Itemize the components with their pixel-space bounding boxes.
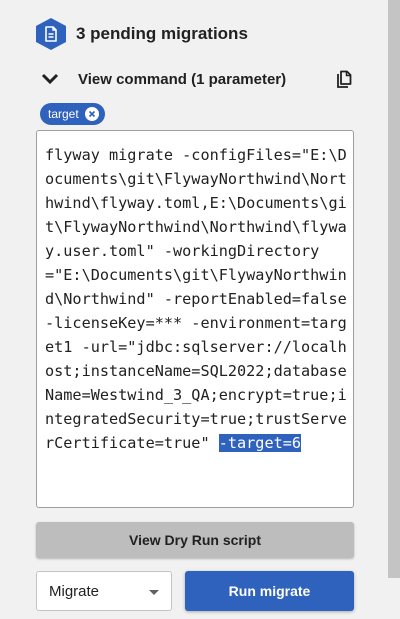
command-text-box[interactable]: flyway migrate -configFiles="E:\Document…: [36, 130, 354, 508]
scrollbar[interactable]: [388, 0, 400, 578]
view-dry-run-button[interactable]: View Dry Run script: [36, 522, 354, 558]
view-command-label[interactable]: View command (1 parameter): [78, 71, 286, 88]
parameter-chip-target: target: [40, 103, 105, 125]
view-command-toggle[interactable]: View command (1 parameter): [40, 66, 360, 92]
copy-icon[interactable]: [334, 70, 354, 90]
chip-label: target: [48, 107, 79, 121]
run-migrate-button[interactable]: Run migrate: [185, 571, 354, 611]
pending-migrations-header: 3 pending migrations: [36, 18, 248, 50]
chevron-down-icon[interactable]: [40, 72, 60, 86]
command-text: flyway migrate -configFiles="E:\Document…: [45, 146, 356, 452]
action-select-value: Migrate: [49, 582, 100, 600]
dropdown-arrow-icon: [149, 590, 159, 595]
page-title: 3 pending migrations: [76, 24, 248, 43]
close-circle-icon[interactable]: [84, 107, 99, 121]
document-icon: [36, 18, 66, 50]
migrations-panel: 3 pending migrations View command (1 par…: [0, 0, 388, 619]
highlighted-parameter: -target=6: [218, 434, 302, 452]
action-select[interactable]: Migrate: [36, 571, 172, 611]
